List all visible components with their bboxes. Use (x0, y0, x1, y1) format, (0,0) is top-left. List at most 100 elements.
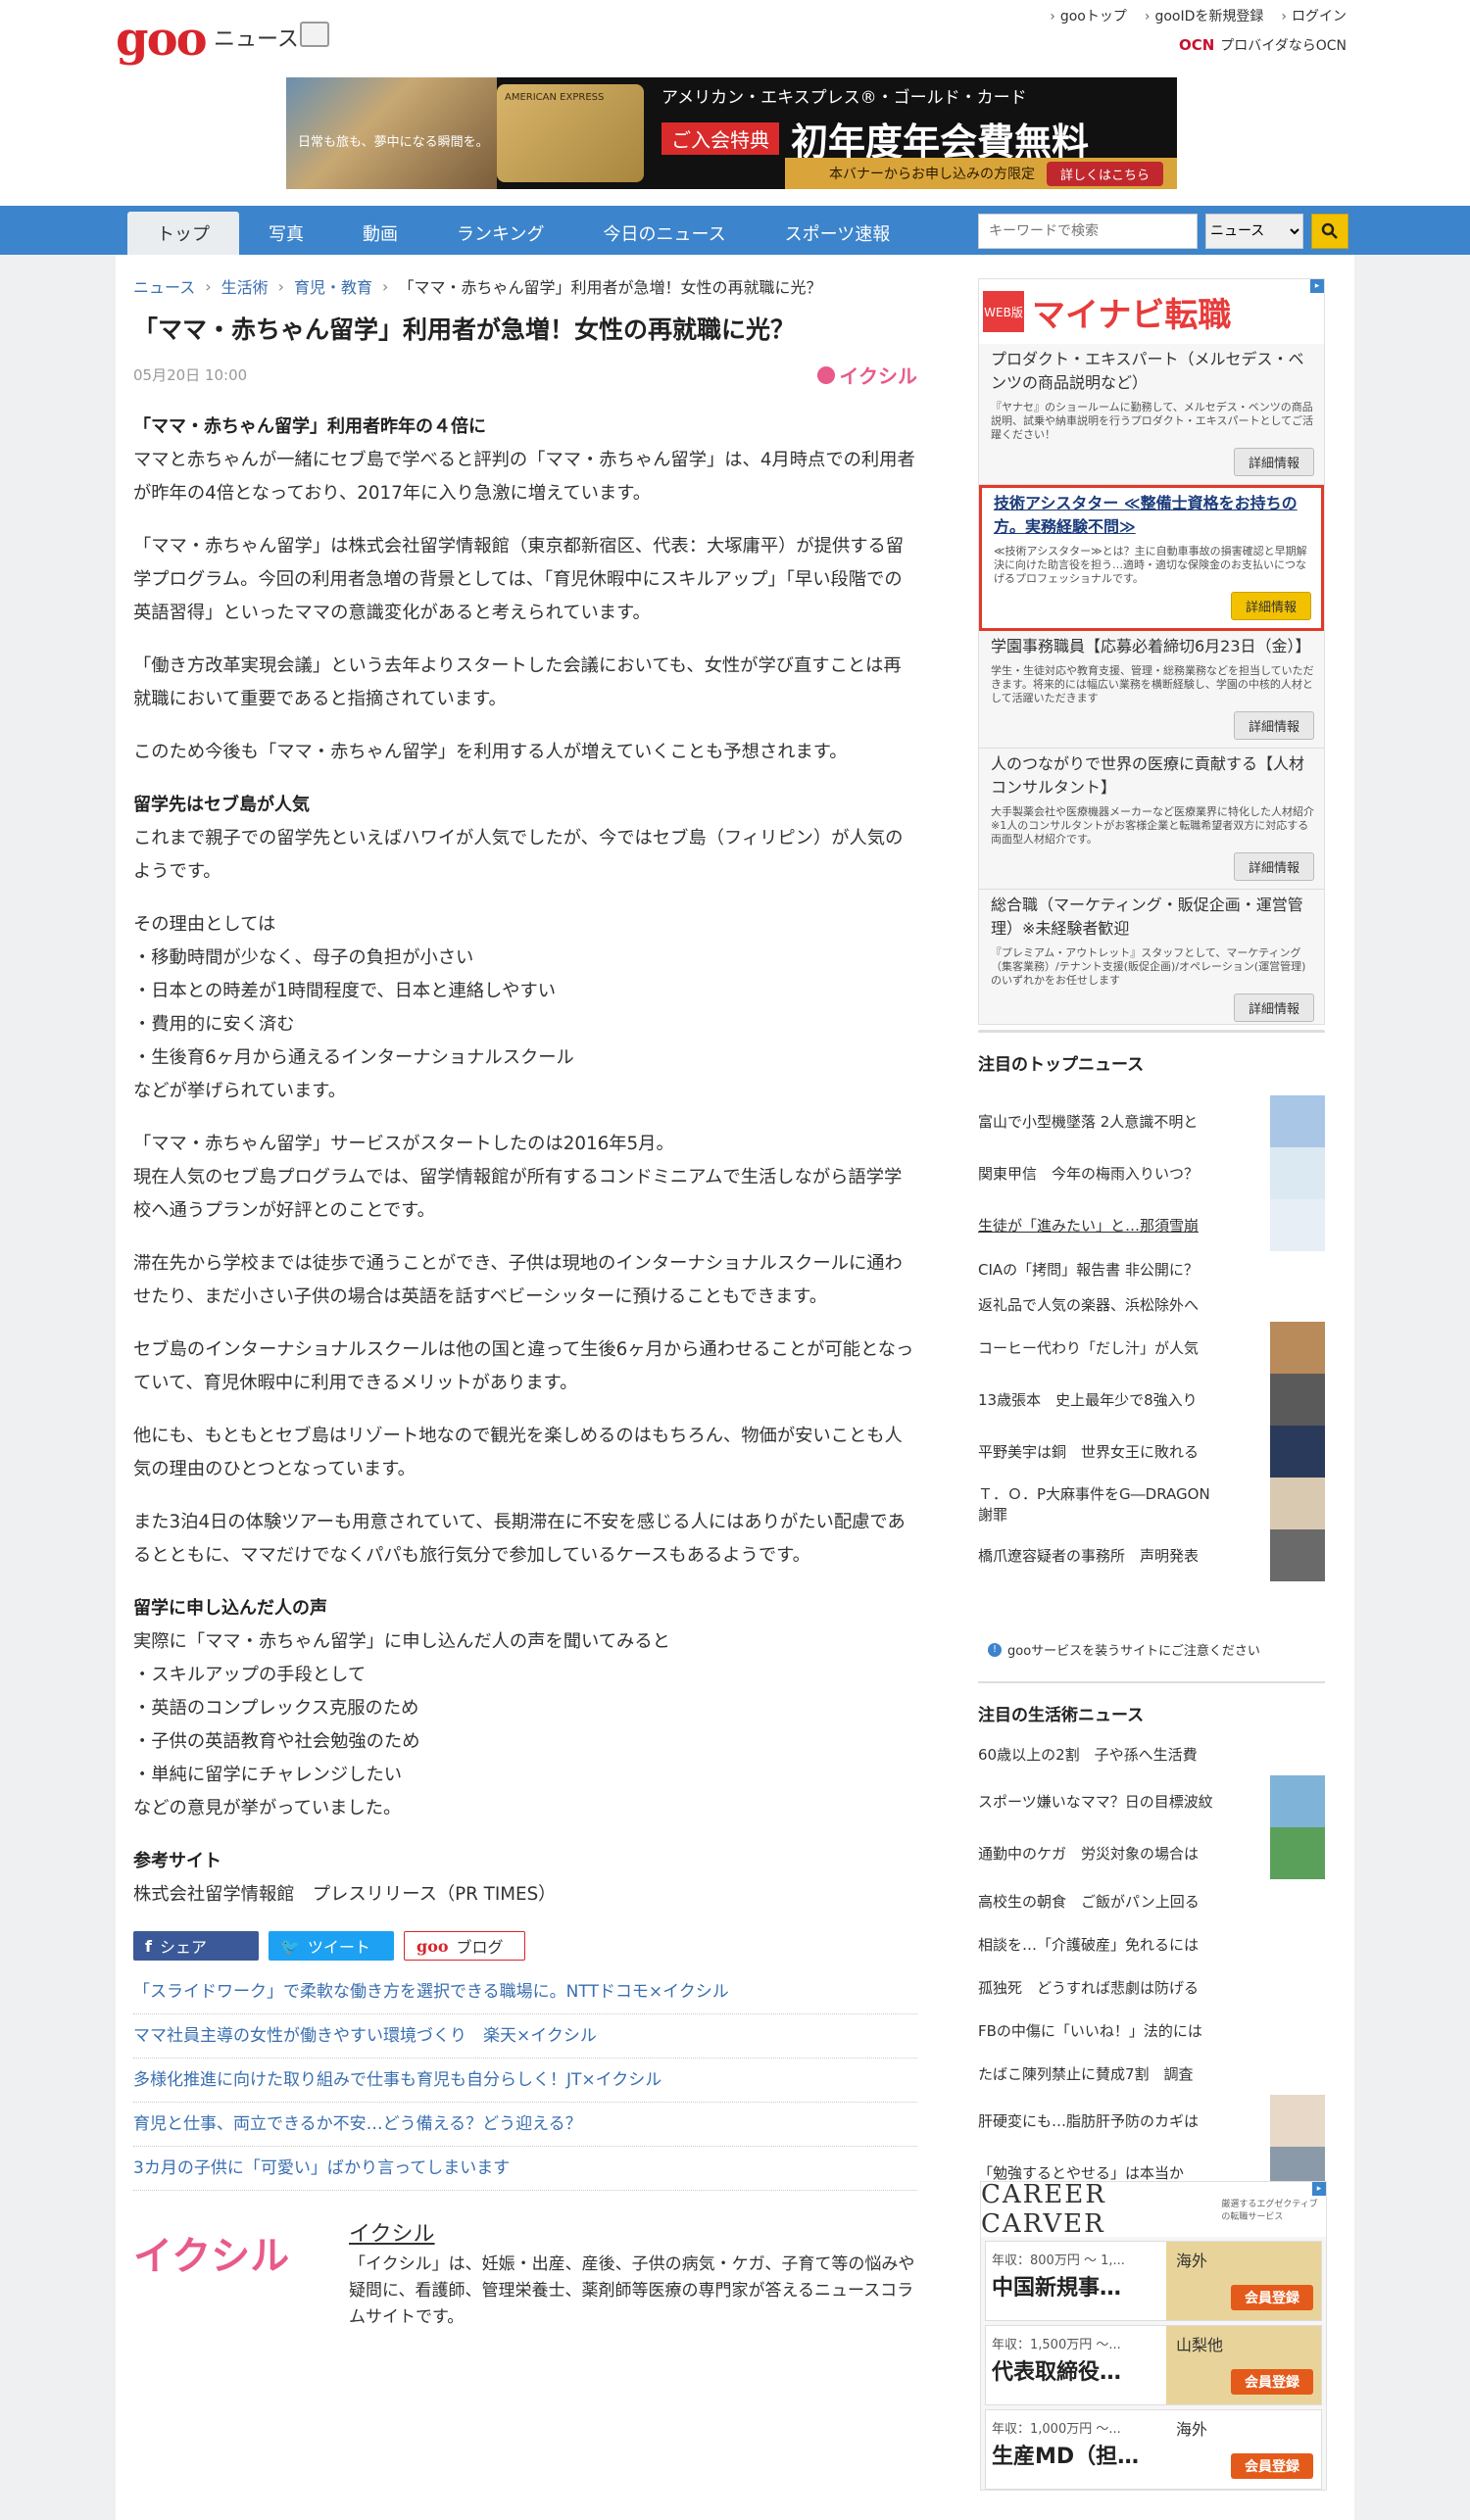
search-scope-select[interactable]: ニュース (1205, 214, 1303, 249)
reason-list: その理由としては ・移動時間が少なく、母子の負担が小さい ・日本との時差が1時間… (133, 914, 574, 1101)
login-link[interactable]: ログイン (1281, 6, 1347, 25)
job-listing[interactable]: 総合職（マーケティング・販促企画・運営管理）※未経験者歓迎 『プレミアム・アウト… (979, 890, 1324, 1031)
news-thumbnail (1270, 2095, 1325, 2147)
news-item[interactable]: 関東甲信 今年の梅雨入りいつ？ (978, 1147, 1325, 1199)
job-detail-button[interactable]: 詳細情報 (1233, 711, 1314, 740)
ikushiru-logo[interactable]: イクシル (133, 2216, 349, 2331)
top-news-list: 富山で小型機墜落 2人意識不明と 関東甲信 今年の梅雨入りいつ？ 生徒が「進みた… (978, 1095, 1325, 1581)
news-item[interactable]: 返礼品で人気の楽器、浜松除外へ (978, 1286, 1325, 1322)
twitter-icon: 🐦 (280, 1936, 300, 1956)
source-logo[interactable]: イクシル (817, 361, 917, 389)
goo-top-link[interactable]: gooトップ (1050, 6, 1127, 25)
related-link[interactable]: 3カ月の子供に「可愛い」ばかり言ってしまいます (133, 2147, 917, 2191)
ad-banner[interactable]: 日常も旅も、夢中になる瞬間を。 AMERICAN EXPRESS アメリカン・エ… (286, 77, 1177, 189)
related-link[interactable]: 「スライドワーク」で柔軟な働き方を選択できる職場に。NTTドコモ×イクシル (133, 1970, 917, 2014)
tab-today[interactable]: 今日のニュース (573, 212, 755, 255)
job-listing[interactable]: 学園事務職員【応募必着締切6月23日（金）】 学生・生徒対応や教育支援、管理・総… (979, 631, 1324, 749)
search-bar: ニュース (978, 214, 1348, 249)
tweet-button[interactable]: 🐦 ツイート (269, 1931, 394, 1961)
ad-info-icon[interactable]: ▸ (1310, 279, 1324, 293)
career-carver-tagline: 厳選するエグゼクティブの転職サービス (1221, 2200, 1318, 2222)
paragraph: 「ママ・赤ちゃん留学」は株式会社留学情報館（東京都新宿区、代表：大塚庸平）が提供… (133, 536, 905, 623)
tab-sports[interactable]: スポーツ速報 (756, 212, 920, 255)
mynavi-badge: WEB版 (983, 291, 1024, 332)
member-register-button[interactable]: 会員登録 (1231, 2453, 1313, 2479)
job-ad-box: ▸ WEB版 マイナビ転職 プロダクト・エキスパート（メルセデス・ベンツの商品説… (978, 278, 1325, 1031)
job-detail-button[interactable]: 詳細情報 (1233, 993, 1314, 1022)
news-item[interactable]: 60歳以上の2割 子や孫へ生活費 (978, 1732, 1325, 1775)
tab-top[interactable]: トップ (127, 212, 239, 255)
section-title[interactable]: ニュース (214, 22, 299, 53)
news-item[interactable]: 相談を…「介護破産」免れるには (978, 1922, 1325, 1965)
job-detail-button[interactable]: 詳細情報 (1233, 852, 1314, 881)
news-item[interactable]: 高校生の朝食 ご飯がパン上回る (978, 1879, 1325, 1922)
source-name-link[interactable]: イクシル (349, 2216, 917, 2248)
news-item[interactable]: たばこ陳列禁止に賛成7割 調査 (978, 2052, 1325, 2095)
news-item[interactable]: FBの中傷に「いいね！」法的には (978, 2009, 1325, 2052)
banner-tag: ご入会特典 (662, 122, 779, 155)
related-link[interactable]: 育児と仕事、両立できるか不安…どう備える？どう迎える？ (133, 2103, 917, 2147)
news-item[interactable]: Ｔ．Ｏ．P大麻事件をG―DRAGON謝罪 (978, 1478, 1325, 1529)
news-item[interactable]: 生徒が「進みたい」と…那須雪崩 (978, 1199, 1325, 1251)
job-listing[interactable]: 人のつながりで世界の医療に貢献する【人材コンサルタント】 大手製薬会社や医療機器… (979, 749, 1324, 890)
article-date: 05月20日 10:00 (133, 366, 248, 384)
news-item[interactable]: 13歳張本 史上最年少で8強入り (978, 1374, 1325, 1426)
tab-video[interactable]: 動画 (333, 212, 427, 255)
member-register-button[interactable]: 会員登録 (1231, 2369, 1313, 2395)
news-item[interactable]: 通勤中のケガ 労災対象の場合は (978, 1827, 1325, 1879)
register-link[interactable]: gooIDを新規登録 (1145, 6, 1263, 25)
top-news-heading: 注目のトップニュース (978, 1031, 1325, 1075)
related-links: 「スライドワーク」で柔軟な働き方を選択できる職場に。NTTドコモ×イクシル ママ… (133, 1970, 917, 2191)
search-button[interactable] (1311, 214, 1348, 249)
news-item[interactable]: 富山で小型機墜落 2人意識不明と (978, 1095, 1325, 1147)
breadcrumb-life[interactable]: 生活術 (221, 274, 269, 298)
news-thumbnail (1270, 1374, 1325, 1426)
banner-cta-button[interactable]: 詳しくはこちら (1046, 161, 1163, 186)
life-news-list: 60歳以上の2割 子や孫へ生活費 スポーツ嫌いなママ？日の目標波紋 通勤中のケガ… (978, 1732, 1325, 2199)
reference-heading: 参考サイト (133, 1851, 221, 1871)
facebook-share-button[interactable]: f シェア (133, 1931, 259, 1961)
news-item[interactable]: 肝硬変にも…脂肪肝予防のカギは (978, 2095, 1325, 2147)
goo-warning-link[interactable]: ! gooサービスを装うサイトにご注意ください (988, 1640, 1260, 1659)
ocn-text: プロバイダならOCN (1220, 38, 1347, 54)
search-input[interactable] (978, 214, 1198, 249)
paragraph: セブ島のインターナショナルスクールは他の国と違って生後6ヶ月から通わせることが可… (133, 1339, 914, 1393)
related-link[interactable]: 多様化推進に向けた取り組みで仕事も育児も自分らしく！JT×イクシル (133, 2059, 917, 2103)
member-register-button[interactable]: 会員登録 (1231, 2285, 1313, 2310)
job-listing[interactable]: プロダクト・エキスパート（メルセデス・ベンツの商品説明など） 『ヤナセ』のショー… (979, 344, 1324, 485)
mynavi-header[interactable]: WEB版 マイナビ転職 (979, 279, 1324, 344)
career-carver-header[interactable]: CAREER CARVER 厳選するエグゼクティブの転職サービス (981, 2180, 1326, 2239)
paragraph: これまで親子での留学先といえばハワイが人気でしたが、今ではセブ島（フィリピン）が… (133, 828, 904, 882)
breadcrumb-current: 「ママ・赤ちゃん留学」利用者が急増！女性の再就職に光？ (398, 278, 822, 297)
main-nav: トップ 写真 動画 ランキング 今日のニュース スポーツ速報 ニュース (0, 206, 1470, 255)
article-subheading: 留学先はセブ島が人気 (133, 795, 310, 815)
job-detail-button[interactable]: 詳細情報 (1233, 448, 1314, 476)
paragraph: 「働き方改革実現会議」という去年よりスタートした会議においても、女性が学び直すこ… (133, 655, 902, 709)
source-description: 「イクシル」は、妊娠・出産、産後、子供の病気・ケガ、子育て等の悩みや疑問に、看護… (349, 2254, 915, 2327)
news-item[interactable]: CIAの「拷問」報告書 非公開に？ (978, 1251, 1325, 1286)
breadcrumb-education[interactable]: 育児・教育 (294, 274, 372, 298)
tab-photo[interactable]: 写真 (239, 212, 333, 255)
article-subheading: 「ママ・赤ちゃん留学」利用者昨年の４倍に (133, 416, 486, 437)
news-item[interactable]: 孤独死 どうすれば悲劇は防げる (978, 1965, 1325, 2009)
tab-ranking[interactable]: ランキング (427, 212, 573, 255)
executive-job[interactable]: 年収：800万円 ～ 1,... 中国新規事… 海外 会員登録 (985, 2241, 1322, 2321)
breadcrumb-news[interactable]: ニュース (133, 274, 195, 298)
news-item[interactable]: スポーツ嫌いなママ？日の目標波紋 (978, 1775, 1325, 1827)
executive-job[interactable]: 年収：1,500万円 ～... 代表取締役… 山梨他 会員登録 (985, 2325, 1322, 2405)
career-carver-logo: CAREER CARVER (981, 2180, 1106, 2239)
job-detail-button[interactable]: 詳細情報 (1230, 592, 1311, 620)
info-icon: ! (988, 1642, 1002, 1657)
news-item[interactable]: 平野美宇は銅 世界女王に敗れる (978, 1426, 1325, 1478)
news-item[interactable]: コーヒー代わり「だし汁」が人気 (978, 1322, 1325, 1374)
goo-logo[interactable]: goo (116, 12, 208, 67)
life-news-heading: 注目の生活術ニュース (978, 1681, 1325, 1725)
goo-blog-button[interactable]: goo ブログ (404, 1931, 525, 1961)
related-link[interactable]: ママ社員主導の女性が働きやすい環境づくり 楽天×イクシル (133, 2014, 917, 2059)
ocn-link[interactable]: OCN プロバイダならOCN (1179, 35, 1347, 55)
executive-job[interactable]: 年収：1,000万円 ～... 生産MD（担… 海外 会員登録 (985, 2409, 1322, 2490)
job-listing-highlight[interactable]: 技術アシスタター ≪整備士資格をお持ちの方。実務経験不問≫ ≪技術アシスタター≫… (979, 485, 1324, 631)
ad-info-icon[interactable]: ▸ (1312, 2182, 1326, 2196)
ikushiru-icon (817, 365, 836, 384)
news-item[interactable]: 橋爪遼容疑者の事務所 声明発表 (978, 1529, 1325, 1581)
